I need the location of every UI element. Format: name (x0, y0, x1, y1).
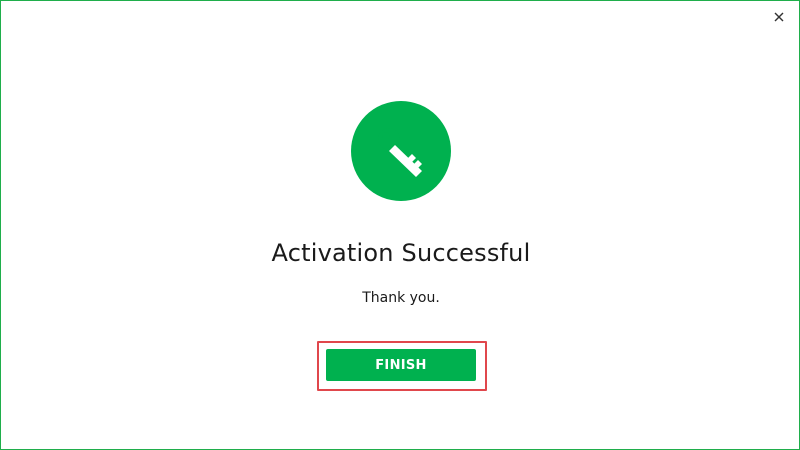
dialog-title: Activation Successful (271, 239, 531, 267)
key-icon (378, 128, 422, 177)
activation-dialog: Activation Successful Thank you. FINISH (0, 0, 800, 450)
close-button[interactable] (771, 9, 787, 25)
success-icon-badge (351, 101, 451, 201)
dialog-message: Thank you. (362, 290, 440, 306)
close-icon (774, 12, 784, 22)
finish-button[interactable]: FINISH (326, 349, 476, 381)
